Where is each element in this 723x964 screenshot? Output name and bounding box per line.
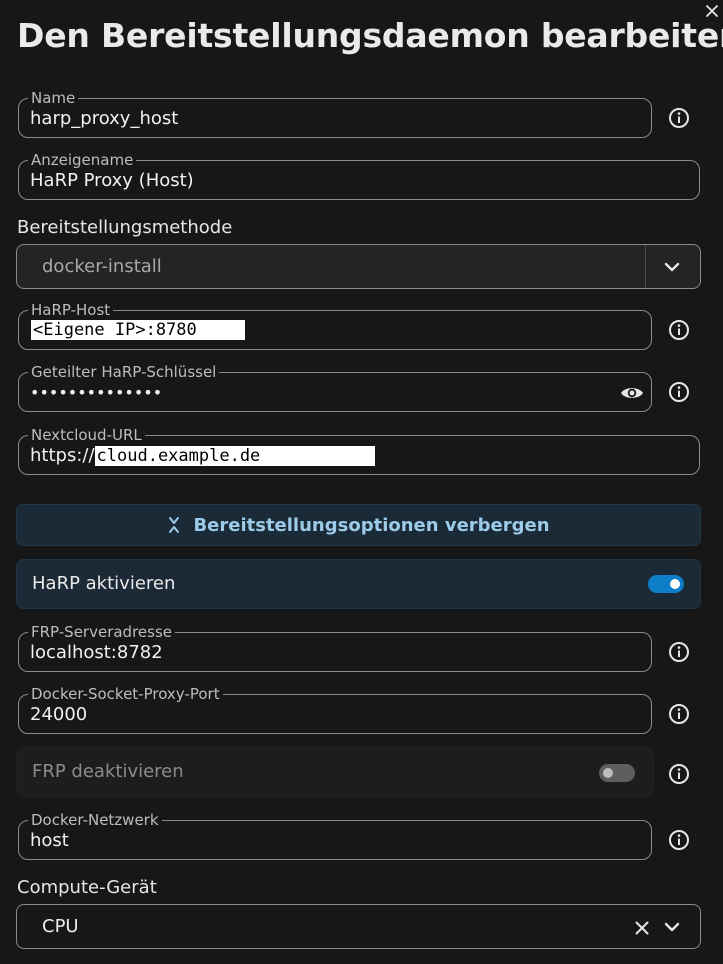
docker-socket-port-field[interactable]: Docker-Socket-Proxy-Port 24000 (18, 684, 652, 734)
frp-server-info-button[interactable] (667, 640, 691, 664)
deploy-method-select[interactable]: docker-install (16, 244, 701, 289)
info-icon (669, 764, 689, 784)
nextcloud-url-prefix: https:// (30, 445, 95, 466)
nextcloud-url-field[interactable]: Nextcloud-URL https://cloud.example.de (18, 425, 700, 475)
info-icon (669, 830, 689, 850)
info-icon (669, 704, 689, 724)
frp-server-label: FRP-Serveradresse (28, 622, 176, 642)
name-value: harp_proxy_host (30, 108, 179, 129)
shared-key-label: Geteilter HaRP-Schlüssel (28, 362, 220, 382)
docker-socket-port-label: Docker-Socket-Proxy-Port (28, 684, 223, 704)
shared-key-value: •••••••••••••• (30, 383, 163, 402)
dialog-title: Den Bereitstellungsdaemon bearbeiten (17, 16, 723, 55)
hide-deploy-options-label: Bereitstellungsoptionen verbergen (193, 514, 550, 536)
display-name-field[interactable]: Anzeigename HaRP Proxy (Host) (18, 150, 700, 200)
nextcloud-url-value: cloud.example.de (94, 446, 375, 466)
compute-device-value: CPU (42, 916, 79, 937)
docker-network-info-button[interactable] (667, 828, 691, 852)
docker-network-value: host (30, 830, 69, 851)
info-icon (669, 320, 689, 340)
select-divider (645, 245, 646, 288)
frp-server-field[interactable]: FRP-Serveradresse localhost:8782 (18, 622, 652, 672)
frp-server-value: localhost:8782 (30, 642, 163, 663)
compute-device-select[interactable]: CPU (16, 904, 701, 949)
chevron-down-icon (664, 922, 680, 932)
display-name-value: HaRP Proxy (Host) (30, 170, 194, 191)
display-name-label: Anzeigename (28, 150, 137, 170)
clear-selection-button[interactable] (631, 917, 653, 939)
collapse-icon (169, 517, 180, 533)
docker-network-label: Docker-Netzwerk (28, 810, 162, 830)
switch-knob (670, 579, 680, 589)
hide-deploy-options-button[interactable]: Bereitstellungsoptionen verbergen (16, 504, 701, 546)
harp-enable-label: HaRP aktivieren (32, 573, 176, 594)
deploy-method-label: Bereitstellungsmethode (17, 217, 233, 238)
compute-device-label: Compute-Gerät (17, 877, 157, 898)
name-info-button[interactable] (667, 106, 691, 130)
chevron-down-icon (664, 262, 680, 272)
harp-host-field[interactable]: HaRP-Host <Eigene IP>:8780 (18, 300, 652, 350)
frp-disable-switch[interactable] (599, 764, 635, 782)
eye-icon (621, 388, 643, 398)
frp-disable-row[interactable]: FRP deaktivieren (16, 747, 654, 797)
frp-disable-label: FRP deaktivieren (32, 761, 184, 782)
shared-key-info-button[interactable] (667, 380, 691, 404)
frp-disable-info-button[interactable] (667, 762, 691, 786)
harp-host-info-button[interactable] (667, 318, 691, 342)
info-icon (669, 642, 689, 662)
shared-key-field[interactable]: Geteilter HaRP-Schlüssel •••••••••••••• (18, 362, 652, 412)
docker-socket-port-info-button[interactable] (667, 702, 691, 726)
name-label: Name (28, 88, 79, 108)
harp-enable-row[interactable]: HaRP aktivieren (16, 559, 701, 609)
docker-socket-port-value: 24000 (30, 704, 88, 725)
switch-knob (603, 768, 613, 778)
info-icon (669, 382, 689, 402)
name-field[interactable]: Name harp_proxy_host (18, 88, 652, 138)
deploy-method-value: docker-install (42, 256, 162, 277)
harp-host-value: <Eigene IP>:8780 (31, 320, 245, 340)
info-icon (669, 108, 689, 128)
show-password-button[interactable] (618, 381, 646, 405)
nextcloud-url-label: Nextcloud-URL (28, 425, 145, 445)
harp-host-label: HaRP-Host (28, 300, 114, 320)
clear-icon (635, 921, 649, 935)
docker-network-field[interactable]: Docker-Netzwerk host (18, 810, 652, 860)
harp-enable-switch[interactable] (648, 575, 684, 593)
